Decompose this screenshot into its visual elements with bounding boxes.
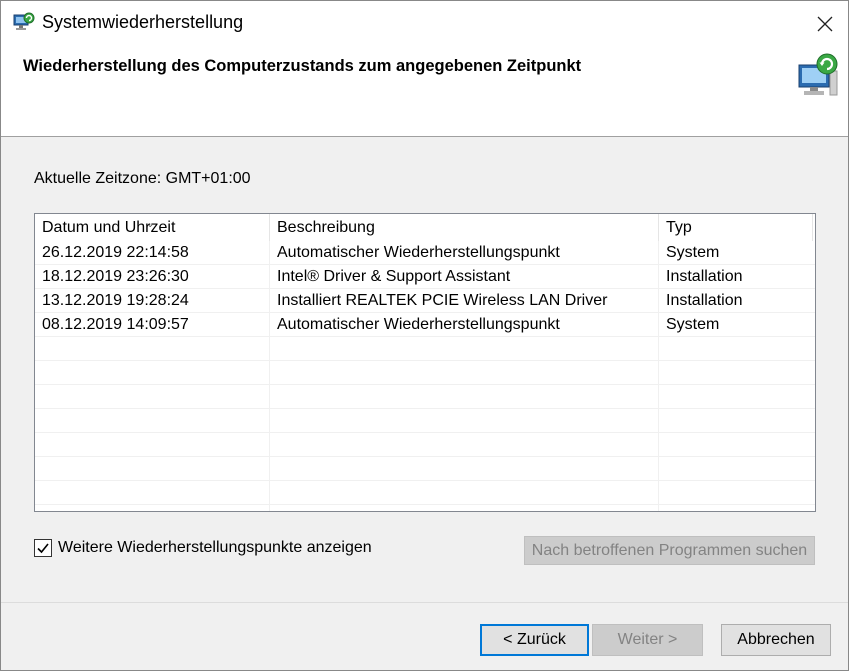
next-button[interactable]: Weiter > xyxy=(592,624,703,656)
empty-row xyxy=(35,433,815,457)
empty-row xyxy=(35,337,815,361)
system-restore-window: Systemwiederherstellung Wiederherstellun… xyxy=(0,0,849,671)
table-header: ⌄ Datum und Uhrzeit Beschreibung Typ xyxy=(35,214,815,241)
column-header-type[interactable]: Typ xyxy=(659,214,813,241)
system-restore-computer-icon xyxy=(794,51,842,99)
empty-row xyxy=(35,409,815,433)
page-title: Wiederherstellung des Computerzustands z… xyxy=(23,57,582,75)
cell-date: 08.12.2019 14:09:57 xyxy=(35,313,270,336)
empty-row xyxy=(35,481,815,505)
wizard-header: Wiederherstellung des Computerzustands z… xyxy=(1,47,848,137)
cell-description: Intel® Driver & Support Assistant xyxy=(270,265,659,288)
table-row[interactable]: 26.12.2019 22:14:58 Automatischer Wieder… xyxy=(35,241,815,265)
cell-type: Installation xyxy=(666,268,743,285)
empty-row xyxy=(35,385,815,409)
empty-row xyxy=(35,505,815,511)
restore-points-table: ⌄ Datum und Uhrzeit Beschreibung Typ 26.… xyxy=(34,213,816,512)
cell-description: Automatischer Wiederherstellungspunkt xyxy=(270,241,659,264)
cell-type: System xyxy=(666,316,720,333)
column-header-date-label: Datum und Uhrzeit xyxy=(42,219,176,236)
table-row[interactable]: 08.12.2019 14:09:57 Automatischer Wieder… xyxy=(35,313,815,337)
checkmark-icon xyxy=(37,543,49,554)
empty-row xyxy=(35,457,815,481)
column-header-date[interactable]: ⌄ Datum und Uhrzeit xyxy=(35,214,270,241)
cell-description: Automatischer Wiederherstellungspunkt xyxy=(270,313,659,336)
table-row[interactable]: 13.12.2019 19:28:24 Installiert REALTEK … xyxy=(35,289,815,313)
close-icon xyxy=(817,16,833,32)
cell-date: 26.12.2019 22:14:58 xyxy=(35,241,270,264)
window-title: Systemwiederherstellung xyxy=(42,12,244,32)
scan-affected-programs-button[interactable]: Nach betroffenen Programmen suchen xyxy=(524,536,815,565)
show-more-restore-points-option[interactable]: Weitere Wiederherstellungspunkte anzeige… xyxy=(34,539,372,557)
table-row[interactable]: 18.12.2019 23:26:30 Intel® Driver & Supp… xyxy=(35,265,815,289)
cell-type: Installation xyxy=(666,292,743,309)
show-more-checkbox[interactable] xyxy=(34,539,52,557)
column-header-description[interactable]: Beschreibung xyxy=(270,214,659,241)
cell-description: Installiert REALTEK PCIE Wireless LAN Dr… xyxy=(270,289,659,312)
empty-row xyxy=(35,361,815,385)
system-restore-app-icon xyxy=(11,11,35,35)
cancel-button[interactable]: Abbrechen xyxy=(721,624,831,656)
back-button[interactable]: < Zurück xyxy=(480,624,589,656)
column-header-type-label: Typ xyxy=(666,219,692,236)
cell-date: 13.12.2019 19:28:24 xyxy=(35,289,270,312)
table-body: 26.12.2019 22:14:58 Automatischer Wieder… xyxy=(35,241,815,511)
timezone-label: Aktuelle Zeitzone: GMT+01:00 xyxy=(34,170,251,187)
title-bar: Systemwiederherstellung xyxy=(1,1,848,47)
sort-arrow-icon: ⌄ xyxy=(146,219,155,230)
close-button[interactable] xyxy=(802,1,848,47)
column-header-description-label: Beschreibung xyxy=(277,219,375,236)
cell-date: 18.12.2019 23:26:30 xyxy=(35,265,270,288)
cell-type: System xyxy=(666,244,720,261)
show-more-label: Weitere Wiederherstellungspunkte anzeige… xyxy=(58,539,372,556)
